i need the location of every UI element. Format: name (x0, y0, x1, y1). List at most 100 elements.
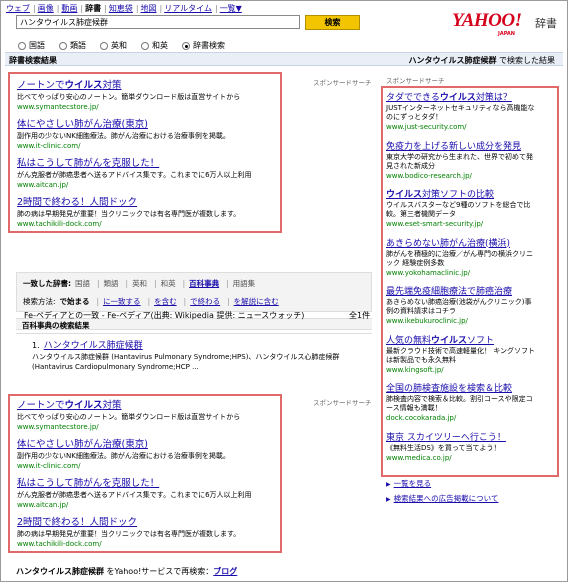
ad-url[interactable]: www.symantecstore.jp/ (17, 103, 240, 111)
radio-option-4[interactable]: 辞書検索 (182, 40, 225, 51)
ad-item: ノートンでウイルス対策 比べてやっぱり安心のノートン。簡単ダウンロード版は直営サイ… (17, 77, 240, 111)
sponsored-label-top: スポンサードサーチ (313, 79, 372, 87)
radio-button-icon[interactable] (18, 42, 26, 50)
nav-item-7[interactable]: 一覧▼ (220, 4, 242, 13)
ad-item: タダでできるウイルス対策は？ JUSTインターネットセキュリティなら高機能なのにず… (386, 90, 536, 131)
ad-description: 比べてやっぱり安心のノートン。簡単ダウンロード版は直営サイトから (17, 413, 241, 421)
ad-item: ノートンでウイルス対策比べてやっぱり安心のノートン。簡単ダウンロード版は直営サイ… (17, 397, 240, 431)
radio-option-1[interactable]: 類語 (59, 40, 86, 51)
ad-title-link[interactable]: タダでできるウイルス対策は？ (386, 90, 536, 103)
ad-description: 最新クラウド技術で高速軽量化！ キングソフトは新製品でも永久無料 (386, 346, 536, 364)
ad-url[interactable]: www.kingsoft.jp/ (386, 366, 536, 374)
filter-separator: | (125, 279, 129, 288)
method-filter-3[interactable]: で終わる (190, 297, 220, 306)
footer-query: ハンタウイルス肺症候群 (16, 567, 104, 576)
search-button[interactable]: 検索 (305, 15, 360, 30)
results-header-title: 辞書検索結果 (9, 56, 57, 65)
ad-title-link[interactable]: 2時間で終わる！人間ドック (17, 194, 240, 208)
ad-title-link[interactable]: 私はこうして肺がんを克服した！ (17, 475, 252, 489)
nav-item-2[interactable]: 動画 (61, 4, 77, 13)
filter-separator: | (182, 279, 186, 288)
radio-option-0[interactable]: 国語 (18, 40, 45, 51)
nav-item-1[interactable]: 画像 (38, 4, 54, 13)
sponsored-label-bottom: スポンサードサーチ (313, 399, 372, 407)
radio-option-2[interactable]: 英和 (100, 40, 127, 51)
radio-button-icon[interactable] (141, 42, 149, 50)
dict-filter-2[interactable]: 英和 (132, 279, 147, 288)
ad-title-link[interactable]: ウイルス対策ソフトの比較 (386, 187, 536, 200)
filter-separator: | (226, 279, 229, 288)
ad-item: あきらめない肺がん治療(横浜) 肺がんを積極的に治療／がん専門の横浜クリニック 経… (386, 236, 536, 277)
nav-item-5[interactable]: 地図 (141, 4, 157, 13)
method-filter-2[interactable]: を含む (154, 297, 177, 306)
source-line: Fe-ペディアとの一致 - Fe-ペディア(出典: Wikipedia 提供: … (24, 311, 305, 320)
ad-title-link[interactable]: あきらめない肺がん治療(横浜) (386, 236, 536, 249)
ad-url[interactable]: www.tachikili-dock.com/ (17, 220, 240, 228)
nav-item-6[interactable]: リアルタイム (164, 4, 212, 13)
right-link-ads[interactable]: ▶ 検索結果への広告掲載について (386, 493, 498, 504)
dict-filter-0[interactable]: 国語 (75, 279, 90, 288)
ad-url[interactable]: www.yokohamaclinic.jp/ (386, 269, 536, 277)
method-filter-label: 検索方法: (23, 297, 56, 306)
ad-title-link[interactable]: 全国の肺検査施設を検索＆比較 (386, 381, 536, 394)
filter-separator: | (97, 279, 100, 288)
ad-title-link[interactable]: 私はこうして肺がんを克服した！ (17, 155, 252, 169)
ad-description: がん克服者が肺癌患者へ送るアドバイス集です。これまでに6万人以上利用 (17, 171, 252, 179)
ad-title-link[interactable]: ノートンでウイルス対策 (17, 77, 240, 91)
ad-url[interactable]: www.tachikili-dock.com/ (17, 540, 240, 548)
radio-button-icon[interactable] (100, 42, 108, 50)
nav-item-4[interactable]: 知恵袋 (109, 4, 133, 13)
ad-url[interactable]: www.it-clinic.com/ (17, 462, 230, 470)
radio-button-icon[interactable] (59, 42, 67, 50)
right-links: ▶ 一覧を見る ▶ 検索結果への広告掲載について (386, 478, 498, 508)
method-filter-1[interactable]: に一致する (103, 297, 141, 306)
radio-option-3[interactable]: 和英 (141, 40, 168, 51)
ad-title-link[interactable]: 東京 スカイツリーへ行こう！ (386, 430, 536, 443)
ad-title-text: 体にやさしい肺がん治療(東京) (17, 119, 148, 130)
ad-url[interactable]: www.it-clinic.com/ (17, 142, 230, 150)
ad-title-link[interactable]: 体にやさしい肺がん治療(東京) (17, 116, 230, 130)
ad-title-text: 対策 (102, 80, 122, 91)
ad-title-text: 対策 (102, 400, 122, 411)
ad-url[interactable]: dock.cocokarada.jp/ (386, 414, 536, 422)
method-filter-4[interactable]: を解説に含む (234, 297, 279, 306)
ad-title-link[interactable]: 体にやさしい肺がん治療(東京) (17, 436, 230, 450)
nav-item-0[interactable]: ウェブ (6, 4, 30, 13)
ad-item: 2時間で終わる！人間ドック 肺の病は早期発見が重要！当クリニックでは有名専門医が複… (17, 514, 240, 548)
ad-url[interactable]: www.symantecstore.jp/ (17, 423, 240, 431)
right-link-list[interactable]: ▶ 一覧を見る (386, 478, 498, 489)
radio-label: 国語 (29, 41, 45, 50)
ad-description: 副作用の少ないNK細胞療法。肺がん治療における治療事例を掲載。 (17, 132, 230, 140)
ad-title-text: 私はこうして肺がんを克服した！ (17, 158, 160, 169)
nav-item-3[interactable]: 辞書 (85, 4, 101, 13)
ad-url[interactable]: www.aitcan.jp/ (17, 501, 252, 509)
ad-url[interactable]: www.eset-smart-security.jp/ (386, 220, 536, 228)
ad-title-text: ノートンで (17, 80, 65, 91)
ad-url[interactable]: www.aitcan.jp/ (17, 181, 252, 189)
ad-description: 肺の病は早期発見が重要！当クリニックでは有名専門医が複数します。 (17, 210, 241, 218)
radio-button-icon[interactable] (182, 42, 190, 50)
ad-title-text: 対策は？ (475, 93, 512, 103)
ad-title-link[interactable]: 人気の無料ウイルスソフト (386, 333, 536, 346)
method-filter-0[interactable]: で始まる (60, 297, 90, 306)
ad-url[interactable]: www.ikebukuroclinic.jp/ (386, 317, 536, 325)
dict-filter-4[interactable]: 百科事典 (189, 279, 219, 288)
ad-title-link[interactable]: ノートンでウイルス対策 (17, 397, 240, 411)
ad-url[interactable]: www.medica.co.jp/ (386, 454, 536, 462)
dict-filter-1[interactable]: 類語 (104, 279, 119, 288)
ad-title-link[interactable]: 免疫力を上げる新しい成分を発見 (386, 139, 536, 152)
footer-blog-link[interactable]: ブログ (213, 567, 237, 576)
filter-separator: | (147, 297, 151, 306)
ad-url[interactable]: www.bodico-research.jp/ (386, 172, 536, 180)
result-title-link[interactable]: ハンタウイルス肺症候群 (44, 341, 143, 351)
dict-filter-5[interactable]: 用語集 (233, 279, 256, 288)
ad-url[interactable]: www.just-security.com/ (386, 123, 536, 131)
ad-title-text: 私はこうして肺がんを克服した！ (17, 478, 160, 489)
dict-filter-3[interactable]: 和英 (161, 279, 176, 288)
result-number: 1. (32, 341, 40, 350)
ad-title-text: 東京 スカイツリーへ行こう！ (386, 432, 506, 443)
search-input[interactable]: ハンタウイルス肺症候群 (16, 15, 300, 29)
ad-title-link[interactable]: 最先端免疫細胞療法で肺癌治療 (386, 284, 536, 297)
ad-title-link[interactable]: 2時間で終わる！人間ドック (17, 514, 240, 528)
yahoo-logo[interactable]: YAHOO! JAPAN 辞書 (452, 10, 562, 37)
